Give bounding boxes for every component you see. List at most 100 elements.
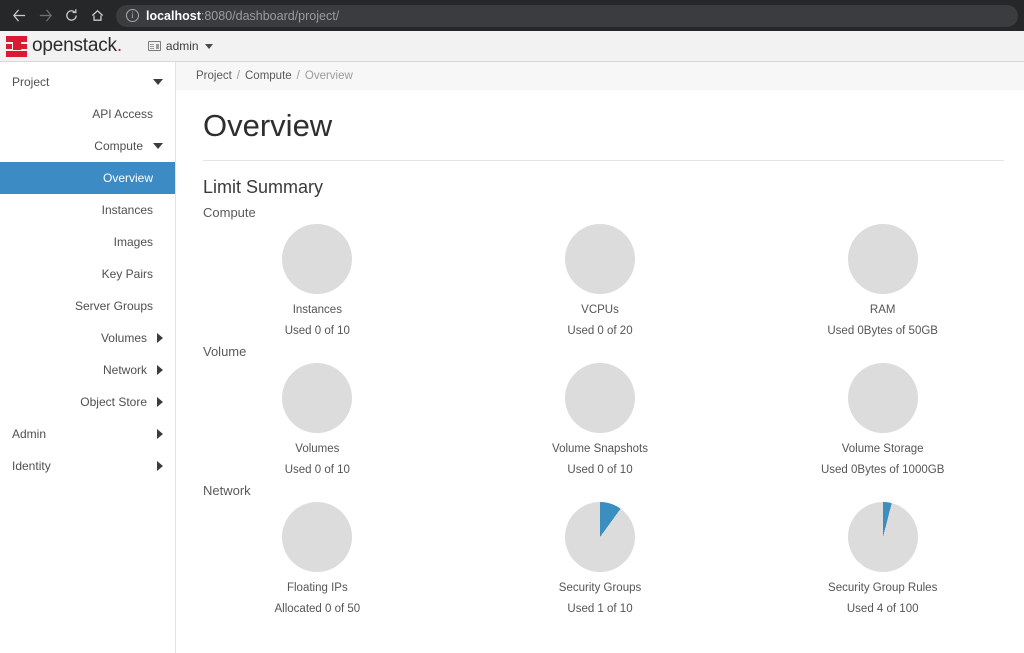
page-title: Overview [203, 108, 333, 143]
sidebar-item-identity[interactable]: Identity [0, 450, 175, 482]
chart-title: Instances [292, 304, 342, 316]
sidebar-item-label: Object Store [80, 395, 147, 409]
sidebar-item-label: Network [102, 363, 147, 377]
chart-value-label: Used 4 of 100 [846, 603, 919, 615]
breadcrumb-item-compute[interactable]: Compute [245, 70, 292, 82]
pie-chart [282, 502, 353, 572]
tenant-label: admin [165, 39, 199, 53]
sidebar-item-label: API Access [92, 107, 153, 121]
quota-chart-instances: Instances Used 0 of 10 [176, 224, 459, 337]
title-divider [203, 160, 1004, 161]
chart-value-label: Used 0 of 20 [567, 325, 633, 337]
pie-chart [565, 224, 635, 294]
sidebar-item-volumes[interactable]: Volumes [0, 322, 175, 354]
sidebar-item-label: Compute [94, 139, 143, 153]
chart-value-label: Used 0 of 10 [567, 464, 633, 476]
sidebar-item-object-store[interactable]: Object Store [0, 386, 175, 418]
pie-chart [847, 502, 918, 572]
breadcrumb-item-overview: Overview [304, 70, 353, 82]
sidebar-item-compute[interactable]: Compute [0, 130, 175, 162]
chart-row: Floating IPs Allocated 0 of 50 Security Gr… [176, 502, 1024, 615]
main-content: Project / Compute / Overview Overview Limit … [176, 62, 1024, 653]
quota-chart-vcpus: VCPUs Used 0 of 20 [459, 224, 742, 337]
chart-value-label: Used 0 of 10 [284, 464, 350, 476]
breadcrumb-separator: / [236, 70, 240, 82]
chart-title: Volumes [295, 443, 340, 455]
quota-chart-security-groups: Security Groups Used 1 of 10 [459, 502, 742, 615]
forward-arrow-icon[interactable] [32, 3, 58, 29]
chart-title: Volume Snapshots [552, 443, 648, 455]
chart-title: Security Group Rules [828, 582, 938, 594]
sidebar-item-server-groups[interactable]: Server Groups [0, 290, 175, 322]
chevron-down-icon [153, 143, 163, 149]
chart-value-label: Used 0Bytes of 50GB [827, 325, 938, 337]
sidebar-item-images[interactable]: Images [0, 226, 175, 258]
chart-value-label: Used 0Bytes of 1000GB [820, 464, 945, 476]
sidebar-item-network[interactable]: Network [0, 354, 175, 386]
pie-chart [565, 502, 635, 572]
sidebar-item-api-access[interactable]: API Access [0, 98, 175, 130]
chevron-right-icon [157, 365, 163, 375]
pie-chart [847, 363, 918, 433]
chart-value-label: Allocated 0 of 50 [274, 603, 361, 615]
address-bar[interactable]: i localhost:8080/dashboard/project/ [116, 4, 1018, 27]
brand-dot: . [116, 35, 122, 56]
brand-name: openstack [32, 35, 117, 56]
pie-chart [847, 224, 918, 294]
home-icon[interactable] [84, 3, 110, 29]
quota-chart-volumes: Volumes Used 0 of 10 [176, 363, 459, 476]
sidebar-item-label: Instances [101, 203, 153, 217]
breadcrumb-separator: / [296, 70, 300, 82]
sidebar-item-label: Identity [12, 459, 51, 473]
back-arrow-icon[interactable] [6, 3, 32, 29]
limit-summary-heading: Limit Summary [203, 177, 324, 197]
chart-value-label: Used 1 of 10 [567, 603, 633, 615]
app-header: openstack. admin [0, 31, 1024, 62]
sidebar-item-label: Admin [12, 427, 47, 441]
pie-chart [282, 224, 353, 294]
chevron-right-icon [157, 333, 163, 343]
brand-logo[interactable]: openstack. [6, 35, 122, 57]
reload-icon[interactable] [58, 3, 84, 29]
chart-title: RAM [869, 304, 896, 316]
sidebar-item-instances[interactable]: Instances [0, 194, 175, 226]
browser-toolbar: i localhost:8080/dashboard/project/ [0, 0, 1024, 31]
url-path: :8080/dashboard/project/ [200, 8, 340, 23]
quota-chart-volume-snapshots: Volume Snapshots Used 0 of 10 [459, 363, 742, 476]
sidebar-item-admin[interactable]: Admin [0, 418, 175, 450]
sidebar-item-label: Overview [102, 171, 153, 185]
quota-chart-ram: RAM Used 0Bytes of 50GB [741, 224, 1024, 337]
sidebar-item-label: Key Pairs [101, 267, 153, 281]
breadcrumb: Project / Compute / Overview [176, 62, 1024, 90]
pie-chart [565, 363, 635, 433]
sidebar-item-label: Server Groups [74, 299, 153, 313]
chart-row: Volumes Used 0 of 10 Volume Snapshots Used … [176, 363, 1024, 476]
info-icon[interactable]: i [126, 9, 139, 22]
caret-down-icon [204, 43, 213, 49]
group-heading-compute: Compute [203, 205, 256, 220]
chart-title: Floating IPs [286, 582, 348, 594]
chevron-down-icon [153, 79, 163, 85]
tenant-switcher[interactable]: admin [147, 39, 213, 53]
group-heading-volume: Volume [203, 344, 247, 359]
openstack-logo-icon [6, 35, 27, 57]
sidebar-item-label: Project [12, 75, 50, 89]
sidebar-item-project[interactable]: Project [0, 66, 175, 98]
quota-chart-security-group-rules: Security Group Rules Used 4 of 100 [741, 502, 1024, 615]
chart-title: Security Groups [558, 582, 642, 594]
sidebar-item-label: Volumes [100, 331, 147, 345]
pie-chart [282, 363, 353, 433]
chevron-right-icon [157, 397, 163, 407]
sidebar-nav: Project API Access Compute Overview Instance… [0, 62, 176, 653]
sidebar-item-key-pairs[interactable]: Key Pairs [0, 258, 175, 290]
chevron-right-icon [157, 461, 163, 471]
quota-chart-floating-ips: Floating IPs Allocated 0 of 50 [176, 502, 459, 615]
chevron-right-icon [157, 429, 163, 439]
chart-row: Instances Used 0 of 10 VCPUs Used 0 of 20 RA… [176, 224, 1024, 337]
chart-title: VCPUs [581, 304, 619, 316]
id-card-icon [147, 41, 161, 51]
url-host: localhost [146, 8, 201, 23]
group-heading-network: Network [203, 483, 251, 498]
sidebar-item-overview[interactable]: Overview [0, 162, 175, 194]
breadcrumb-item-project[interactable]: Project [196, 70, 232, 82]
